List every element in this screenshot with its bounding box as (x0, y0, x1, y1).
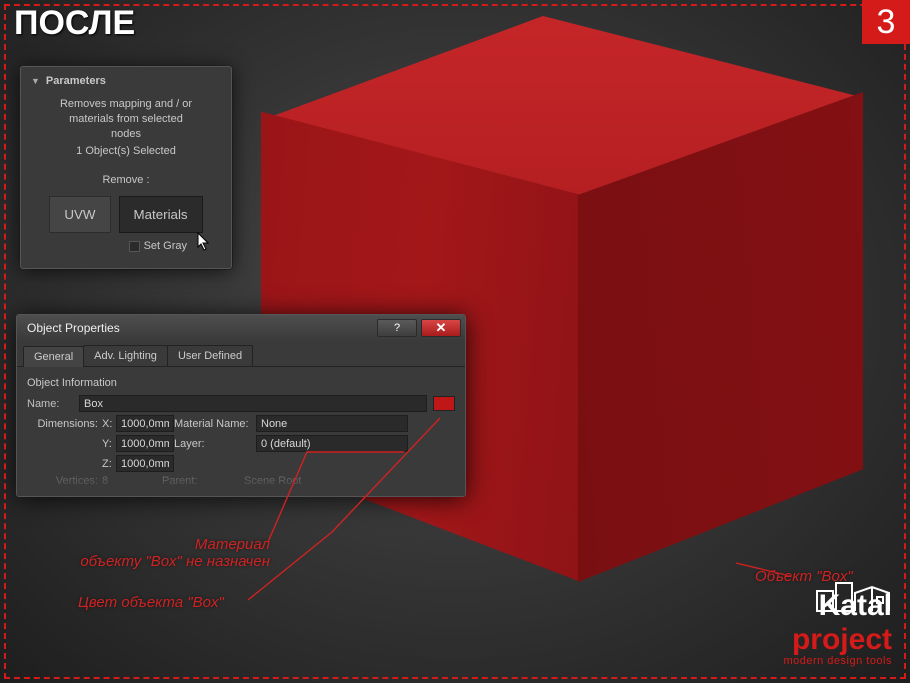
parameters-header[interactable]: ▼ Parameters (21, 73, 231, 93)
parameters-desc-1: Removes mapping and / or (33, 97, 219, 112)
dimensions-label: Dimensions: (27, 418, 102, 430)
parameters-desc-2: materials from selected (33, 112, 219, 127)
dim-z-label: Z: (102, 458, 116, 470)
close-button[interactable]: ✕ (421, 319, 461, 337)
uvw-button[interactable]: UVW (49, 196, 110, 233)
buildings-icon (814, 577, 892, 613)
materials-button[interactable]: Materials (119, 196, 203, 233)
collapse-arrow-icon: ▼ (31, 76, 40, 86)
vertices-value: 8 (102, 475, 162, 487)
annotation-color: Цвет объекта "Box" (78, 594, 224, 611)
object-color-swatch[interactable] (433, 396, 455, 411)
layer-field[interactable] (256, 435, 408, 452)
dialog-titlebar[interactable]: Object Properties ? ✕ (17, 315, 465, 341)
name-label: Name: (27, 398, 79, 410)
brand-subtitle: modern design tools (783, 655, 892, 667)
step-badge: 3 (862, 0, 910, 44)
tab-general[interactable]: General (23, 346, 84, 367)
dialog-tabs: General Adv. Lighting User Defined (17, 341, 465, 367)
dim-x-field[interactable] (116, 415, 174, 432)
dim-y-field[interactable] (116, 435, 174, 452)
set-gray-checkbox[interactable] (129, 241, 140, 252)
set-gray-label: Set Gray (144, 239, 187, 254)
dialog-title: Object Properties (27, 321, 120, 335)
object-properties-dialog: Object Properties ? ✕ General Adv. Light… (16, 314, 466, 497)
dim-x-label: X: (102, 418, 116, 430)
parent-value: Scene Root (244, 475, 301, 487)
material-name-label: Material Name: (174, 418, 256, 430)
vertices-label: Vertices: (27, 475, 102, 487)
tab-user-defined[interactable]: User Defined (167, 345, 253, 366)
parameters-selected: 1 Object(s) Selected (33, 144, 219, 159)
cursor-icon (197, 232, 215, 252)
material-name-field[interactable] (256, 415, 408, 432)
name-field[interactable] (79, 395, 427, 412)
annotation-material: Материал объекту "Box" не назначен (40, 536, 270, 570)
brand-name-2: project (792, 623, 892, 656)
parent-label: Parent: (162, 475, 244, 487)
dim-y-label: Y: (102, 438, 116, 450)
parameters-title: Parameters (46, 75, 106, 87)
overlay-title: ПОСЛЕ (14, 4, 135, 43)
remove-label: Remove : (33, 173, 219, 188)
brand-logo: Katal project modern design tools (783, 589, 892, 667)
layer-label: Layer: (174, 438, 256, 450)
help-button[interactable]: ? (377, 319, 417, 337)
dim-z-field[interactable] (116, 455, 174, 472)
parameters-desc-3: nodes (33, 127, 219, 142)
object-information-label: Object Information (27, 377, 455, 389)
tab-adv-lighting[interactable]: Adv. Lighting (83, 345, 168, 366)
